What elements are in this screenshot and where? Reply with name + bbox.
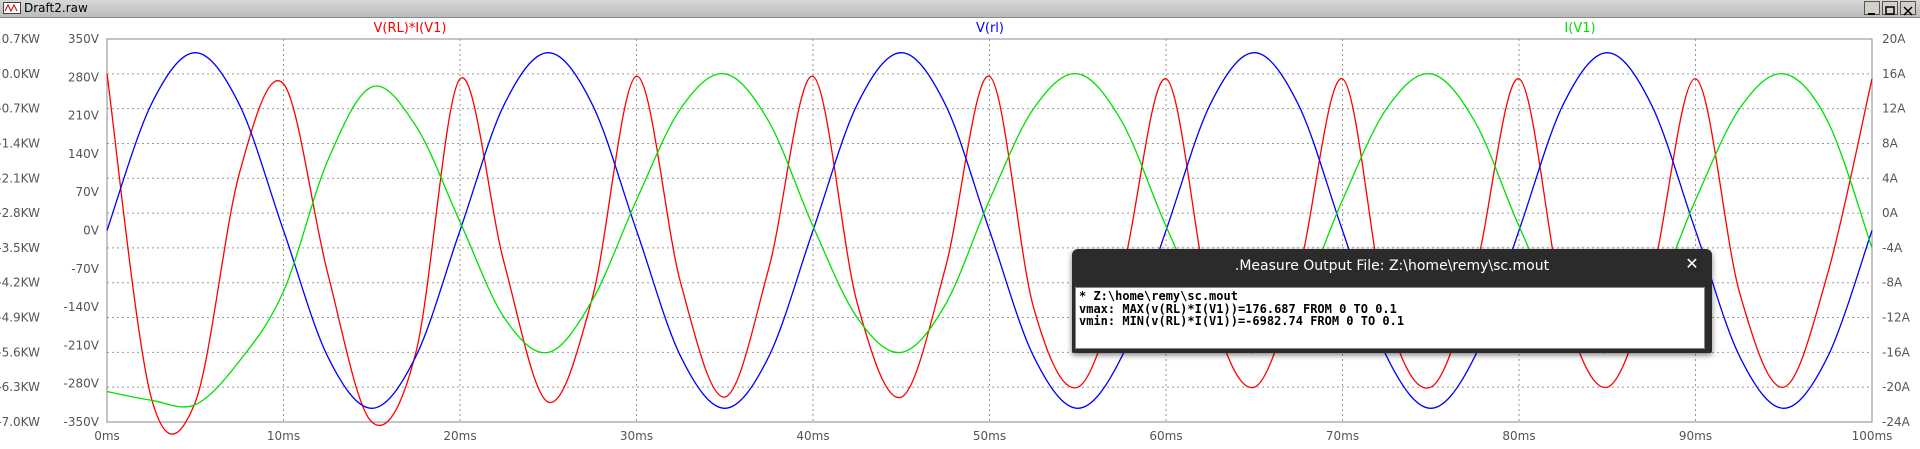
- y-left-kw-tick-label: -4.9KW: [0, 311, 40, 325]
- window-titlebar: Draft2.raw: [0, 0, 1920, 18]
- y-right-tick-label: 12A: [1882, 102, 1906, 116]
- minimize-icon: [1868, 13, 1875, 15]
- y-right-tick-label: -8A: [1882, 276, 1903, 290]
- y-left-v-tick-label: 140V: [68, 147, 100, 161]
- y-left-v-tick-label: 0V: [83, 224, 100, 238]
- y-left-kw-tick-label: -2.1KW: [0, 171, 40, 185]
- minimize-button[interactable]: [1864, 1, 1880, 15]
- output-line: vmin: MIN(v(RL)*I(V1))=-6982.74 FROM 0 T…: [1079, 314, 1405, 328]
- x-tick-label: 10ms: [267, 429, 300, 443]
- y-right-tick-label: 4A: [1882, 171, 1899, 185]
- y-left-v-tick-label: -70V: [71, 262, 100, 276]
- y-right-tick-label: 16A: [1882, 67, 1906, 81]
- y-left-kw-tick-label: -7.0KW: [0, 415, 40, 429]
- close-icon: ✕: [1685, 254, 1699, 273]
- legend-label: V(rl): [976, 21, 1004, 36]
- close-window-button[interactable]: [1900, 1, 1916, 16]
- y-right-tick-label: 20A: [1882, 32, 1906, 46]
- x-tick-label: 30ms: [620, 429, 653, 443]
- x-tick-label: 40ms: [796, 429, 829, 443]
- y-right-tick-label: -4A: [1882, 241, 1903, 255]
- y-right-tick-label: 8A: [1882, 136, 1899, 150]
- y-left-v-tick-label: -280V: [64, 377, 100, 391]
- legend-label: I(V1): [1564, 21, 1595, 36]
- y-right-tick-label: -24A: [1882, 415, 1911, 429]
- maximize-icon: [1885, 6, 1895, 15]
- y-left-v-tick-label: -210V: [64, 338, 100, 352]
- maximize-button[interactable]: [1882, 1, 1898, 15]
- y-left-kw-tick-label: -2.8KW: [0, 206, 40, 220]
- window-title: Draft2.raw: [24, 1, 88, 15]
- measure-output-text[interactable]: * Z:\home\remy\sc.mout vmax: MAX(v(RL)*I(…: [1075, 287, 1705, 349]
- y-left-kw-tick-label: -5.6KW: [0, 345, 40, 359]
- y-left-kw-tick-label: -1.4KW: [0, 136, 40, 150]
- x-tick-label: 80ms: [1502, 429, 1535, 443]
- x-tick-label: 50ms: [973, 429, 1006, 443]
- waveform-plot-pane[interactable]: 0ms 10ms 20ms 30ms 40ms 50ms 60ms 70ms 80ms 90ms 1…: [0, 18, 1920, 449]
- y-left-kw-tick-label: -3.5KW: [0, 241, 40, 255]
- x-tick-label: 70ms: [1326, 429, 1359, 443]
- y-left-v-tick-label: 70V: [76, 185, 100, 199]
- y-right-tick-label: -20A: [1882, 380, 1911, 394]
- x-tick-label: 100ms: [1852, 429, 1893, 443]
- y-right-tick-label: -16A: [1882, 345, 1911, 359]
- y-left-v-tick-label: 210V: [68, 109, 100, 123]
- x-tick-label: 0ms: [94, 429, 120, 443]
- x-tick-label: 20ms: [443, 429, 476, 443]
- y-right-tick-label: 0A: [1882, 206, 1899, 220]
- y-left-kw-tick-label: 0.7KW: [2, 32, 41, 46]
- waveform-chart: 0ms 10ms 20ms 30ms 40ms 50ms 60ms 70ms 80ms 90ms 1…: [0, 21, 1911, 443]
- dialog-close-button[interactable]: ✕: [1682, 254, 1702, 274]
- y-left-kw-tick-label: 0.0KW: [2, 67, 41, 81]
- y-left-v-tick-label: -140V: [64, 300, 100, 314]
- y-left-kw-tick-label: -4.2KW: [0, 276, 40, 290]
- y-left-v-tick-label: -350V: [64, 415, 100, 429]
- x-tick-label: 60ms: [1149, 429, 1182, 443]
- output-line: * Z:\home\remy\sc.mout: [1079, 289, 1238, 303]
- dialog-title: .Measure Output File: Z:\home\remy\sc.mo…: [1234, 258, 1550, 274]
- y-left-v-tick-label: 350V: [68, 32, 100, 46]
- legend-label: V(RL)*I(V1): [374, 21, 447, 36]
- close-icon: [1903, 6, 1913, 16]
- y-right-tick-label: -12A: [1882, 311, 1911, 325]
- y-left-kw-tick-label: -6.3KW: [0, 380, 40, 394]
- y-left-v-tick-label: 280V: [68, 70, 100, 84]
- measure-output-dialog[interactable]: .Measure Output File: Z:\home\remy\sc.mo…: [1072, 249, 1712, 353]
- x-tick-label: 90ms: [1679, 429, 1712, 443]
- app-icon: [3, 2, 21, 14]
- y-left-kw-tick-label: -0.7KW: [0, 102, 40, 116]
